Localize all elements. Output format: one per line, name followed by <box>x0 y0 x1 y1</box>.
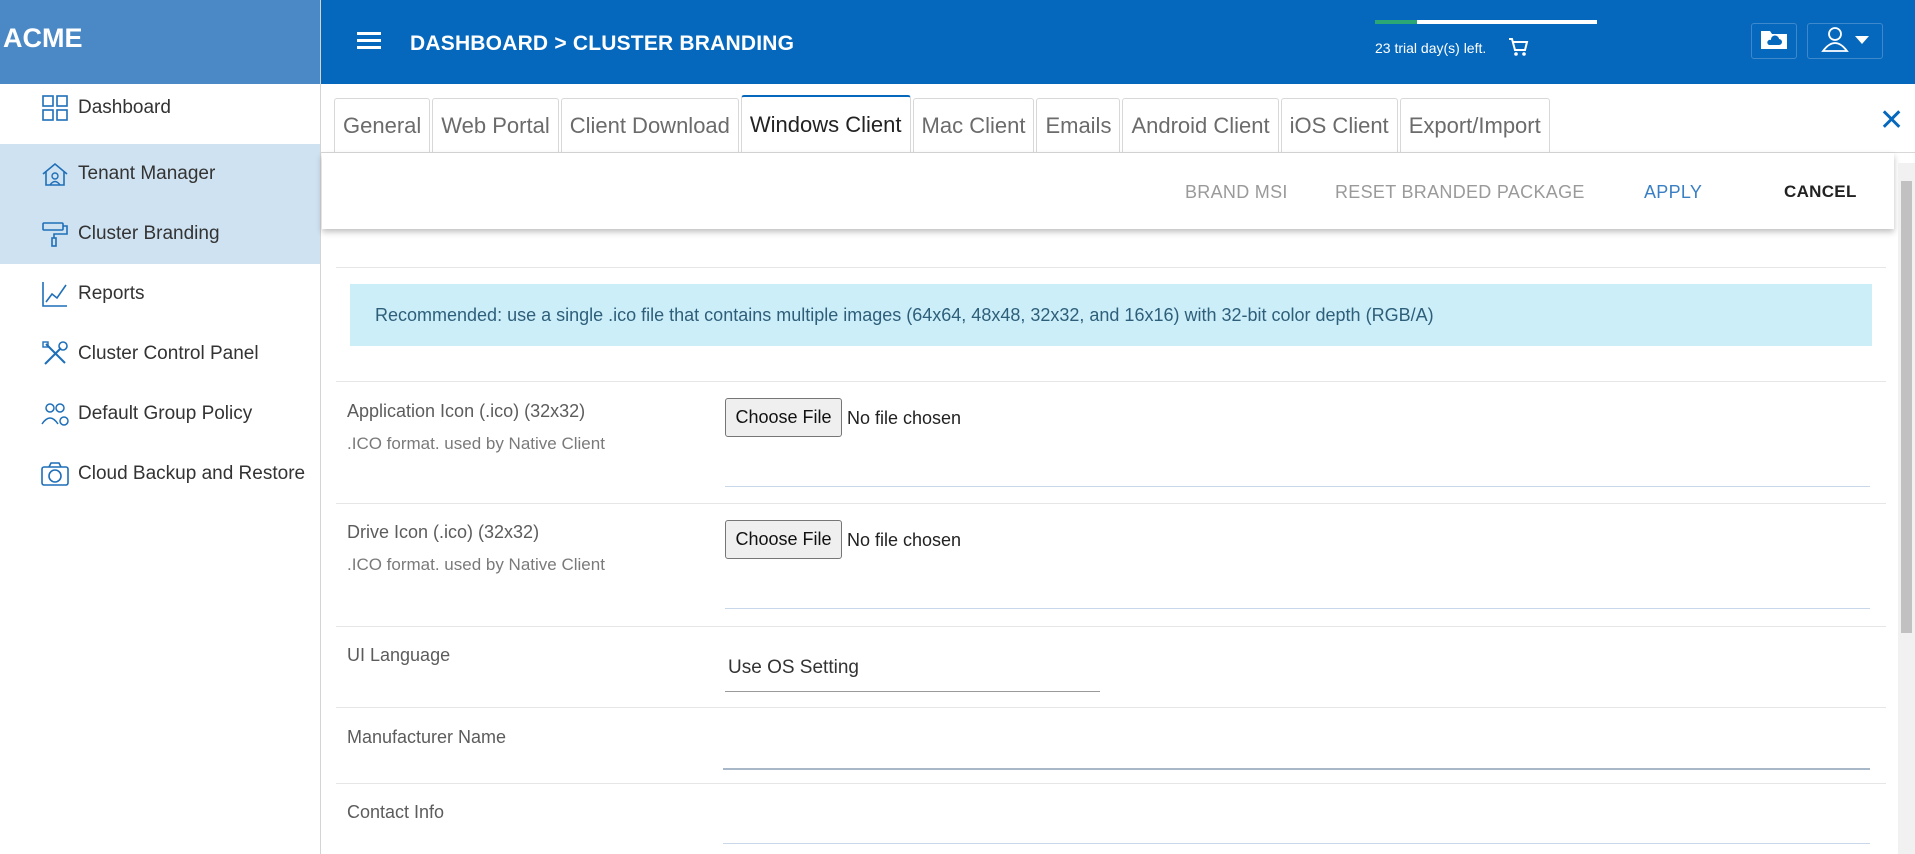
tab-emails[interactable]: Emails <box>1036 98 1121 153</box>
sidebar-item-label: Default Group Policy <box>78 403 253 424</box>
divider <box>336 503 1886 504</box>
sidebar-item-label: Cloud Backup and Restore <box>78 463 306 484</box>
tab-export-import[interactable]: Export/Import <box>1399 98 1550 153</box>
app-icon-file-status: No file chosen <box>847 408 962 428</box>
sidebar-item-label: Dashboard <box>78 97 171 118</box>
user-icon <box>1821 25 1849 58</box>
cloud-folder-icon <box>1759 27 1789 56</box>
breadcrumb: DASHBOARD > CLUSTER BRANDING <box>410 32 795 55</box>
tab-web-portal[interactable]: Web Portal <box>432 98 559 153</box>
tab-mac-client[interactable]: Mac Client <box>912 98 1035 153</box>
sidebar-item-dashboard[interactable]: Dashboard <box>0 84 320 132</box>
tab-general[interactable]: General <box>334 98 431 153</box>
tab-ios-client[interactable]: iOS Client <box>1280 98 1398 153</box>
scrollbar-thumb[interactable] <box>1901 181 1912 633</box>
ui-language-underline <box>725 691 1100 692</box>
manufacturer-name-label: Manufacturer Name <box>347 727 507 747</box>
drive-icon-hint: .ICO format. used by Native Client <box>347 555 605 574</box>
user-menu-button[interactable] <box>1807 23 1883 59</box>
top-header: DASHBOARD > CLUSTER BRANDING 23 trial da… <box>321 0 1915 84</box>
dashboard-grid-icon <box>38 91 72 125</box>
cancel-button[interactable]: CANCEL <box>1784 182 1857 202</box>
sidebar-item-reports[interactable]: Reports <box>0 264 320 324</box>
app-icon-choose-file-button[interactable]: Choose File <box>725 398 842 437</box>
tenant-house-icon <box>38 157 72 191</box>
active-nav-group: Tenant Manager Cluster Branding <box>0 144 320 264</box>
sidebar-item-cluster-control-panel[interactable]: Cluster Control Panel <box>0 324 320 384</box>
drive-icon-file-status: No file chosen <box>847 530 962 550</box>
sidebar-item-cloud-backup[interactable]: Cloud Backup and Restore <box>0 444 320 504</box>
reset-branded-package-button[interactable]: RESET BRANDED PACKAGE <box>1335 182 1585 203</box>
recommendation-alert: Recommended: use a single .ico file that… <box>350 284 1872 346</box>
contact-info-label: Contact Info <box>347 802 445 822</box>
sidebar-item-label: Reports <box>78 283 145 304</box>
close-icon[interactable]: ✕ <box>1879 106 1904 136</box>
paint-roller-icon <box>38 217 72 251</box>
divider <box>336 626 1886 627</box>
cloud-folder-button[interactable] <box>1751 23 1797 59</box>
sidebar-item-tenant-manager[interactable]: Tenant Manager <box>0 144 320 204</box>
app-icon-label: Application Icon (.ico) (32x32) <box>347 401 586 421</box>
cart-icon[interactable] <box>1507 36 1529 63</box>
manufacturer-name-input[interactable] <box>723 768 1870 770</box>
trial-progress-fill <box>1375 20 1418 24</box>
divider <box>336 707 1886 708</box>
brand-msi-button[interactable]: BRAND MSI <box>1185 182 1288 203</box>
divider <box>336 381 1886 382</box>
contact-info-input[interactable] <box>723 843 1870 844</box>
tab-android-client[interactable]: Android Client <box>1122 98 1279 153</box>
hamburger-menu-icon[interactable] <box>357 32 381 54</box>
sidebar-item-label: Tenant Manager <box>78 163 216 184</box>
group-settings-icon <box>38 397 72 431</box>
branding-tabs: General Web Portal Client Download Windo… <box>334 95 1552 153</box>
sidebar-item-default-group-policy[interactable]: Default Group Policy <box>0 384 320 444</box>
sidebar-item-label: Cluster Control Panel <box>78 343 259 364</box>
sidebar: ACME Dashboard Tenant Manager Cluster Br… <box>0 0 321 854</box>
apply-button[interactable]: APPLY <box>1644 182 1702 203</box>
tools-icon <box>38 337 72 371</box>
drive-icon-field-underline <box>725 608 1870 609</box>
tab-windows-client[interactable]: Windows Client <box>740 95 911 153</box>
app-icon-field-underline <box>725 486 1870 487</box>
trial-days-text: 23 trial day(s) left. <box>1375 40 1487 56</box>
line-chart-icon <box>38 277 72 311</box>
action-bar: BRAND MSI RESET BRANDED PACKAGE APPLY CA… <box>322 153 1894 229</box>
divider <box>336 783 1886 784</box>
sidebar-item-label: Cluster Branding <box>78 223 220 244</box>
brand-logo: ACME <box>0 0 320 84</box>
ui-language-select[interactable]: Use OS Setting <box>728 657 859 679</box>
chevron-down-icon <box>1855 32 1869 50</box>
tab-client-download[interactable]: Client Download <box>560 98 739 153</box>
ui-language-label: UI Language <box>347 645 451 665</box>
sidebar-item-cluster-branding[interactable]: Cluster Branding <box>0 204 320 264</box>
drive-icon-choose-file-button[interactable]: Choose File <box>725 520 842 559</box>
trial-progress-bar <box>1375 20 1597 24</box>
divider <box>336 267 1886 268</box>
drive-icon-label: Drive Icon (.ico) (32x32) <box>347 522 540 542</box>
app-icon-hint: .ICO format. used by Native Client <box>347 434 605 453</box>
camera-icon <box>38 457 72 491</box>
